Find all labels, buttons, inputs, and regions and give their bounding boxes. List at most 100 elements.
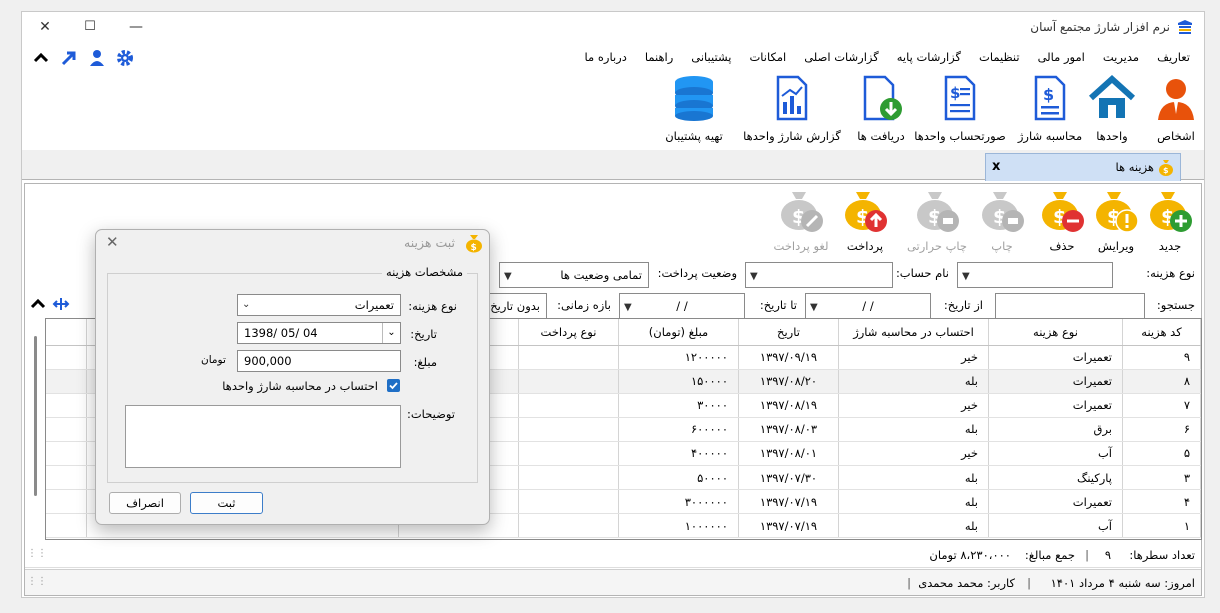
user-icon[interactable] (87, 48, 107, 68)
expense-type-label: نوع هزینه: (408, 299, 457, 313)
ribbon-charge-calc-button[interactable]: $ محاسبه شارژ (1014, 74, 1086, 143)
to-date-value: / / (676, 299, 688, 313)
tab-expenses[interactable]: x هزینه ها $ (985, 153, 1181, 181)
scrollbar-thumb[interactable] (34, 336, 37, 496)
pay-button[interactable]: $ پرداخت (835, 186, 895, 253)
payment-status-label: وضعیت پرداخت: (657, 266, 737, 280)
status-bar: امروز: سه شنبه ۴ مرداد ۱۴۰۱ | کاربر: محم… (25, 569, 1201, 595)
chevron-down-icon: ⌄ (242, 299, 251, 310)
cell: ۱۳۹۷/۰۸/۱۹ (738, 393, 839, 418)
minimize-window-button[interactable]: — (125, 16, 147, 38)
from-date-label: از تاریخ: (943, 298, 983, 312)
payment-status-select[interactable]: تمامی وضعیت ها ▼ (499, 262, 649, 288)
close-tab-button[interactable]: x (992, 159, 1000, 174)
menu-support[interactable]: پشتیبانی (682, 44, 740, 70)
gear-icon[interactable] (115, 48, 135, 68)
cell (46, 441, 87, 466)
sum-label: جمع مبالغ: (1024, 548, 1075, 562)
cell: ۶۰۰۰۰۰ (618, 417, 739, 442)
row-count-value: ۹ (1104, 548, 1111, 562)
cell: ۱۳۹۷/۰۸/۰۱ (738, 441, 839, 466)
thermal-print-button[interactable]: $ چاپ حرارتی (899, 186, 975, 253)
current-user: کاربر: محمد محمدی (918, 576, 1015, 590)
cell: ۵ (1122, 441, 1201, 466)
cell: ۳ (1122, 465, 1201, 491)
menu-bar: تعاریفمدیریتامور مالیتنظیماتگزارشات پایه… (22, 44, 1204, 70)
notes-textarea[interactable] (125, 405, 401, 468)
ribbon-persons-button[interactable]: اشخاص (1150, 74, 1202, 143)
chevron-down-icon[interactable]: ⌄ (382, 323, 400, 343)
delete-expense-button[interactable]: $ حذف (1035, 186, 1089, 253)
close-icon[interactable]: ✕ (106, 233, 119, 251)
column-header[interactable]: نوع هزینه (988, 319, 1123, 346)
chevron-up-icon[interactable] (29, 295, 47, 313)
expense-type-select[interactable]: ▼ (957, 262, 1113, 288)
ribbon-units-button[interactable]: واحدها (1084, 74, 1140, 143)
from-date-picker[interactable]: / / ▼ (805, 293, 931, 319)
menu-management[interactable]: مدیریت (1094, 44, 1148, 70)
app-logo-icon (1178, 20, 1192, 34)
cell: ۱۵۰۰۰۰ (618, 369, 739, 394)
cell: ۵۰۰۰۰ (618, 465, 739, 491)
cell (46, 489, 87, 515)
menu-help[interactable]: راهنما (636, 44, 682, 70)
expense-type-select[interactable]: تعمیرات ⌄ (237, 294, 401, 316)
include-in-charge-checkbox[interactable] (387, 379, 400, 392)
menu-settings[interactable]: تنظیمات (970, 44, 1029, 70)
maximize-window-button[interactable]: ☐ (79, 16, 101, 38)
chevron-down-icon: ▼ (962, 271, 970, 282)
collapse-ribbon-icon[interactable] (31, 48, 51, 68)
status-separator: | (1027, 576, 1031, 590)
column-header[interactable]: نوع پرداخت (518, 319, 619, 346)
menu-definitions[interactable]: تعاریف (1148, 44, 1204, 70)
edit-expense-button[interactable]: $ ویرایش (1089, 186, 1143, 253)
account-name-select[interactable]: ▼ (745, 262, 893, 288)
row-count-label: تعداد سطرها: (1129, 548, 1195, 562)
notes-label: توضیحات: (406, 407, 455, 421)
period-value: بدون تاریخ (490, 299, 540, 313)
menu-finance[interactable]: امور مالی (1029, 44, 1094, 70)
print-button[interactable]: $ چاپ (975, 186, 1029, 253)
cell (518, 393, 619, 418)
menu-main-reports[interactable]: گزارشات اصلی (795, 44, 888, 70)
cell: ۹ (1122, 345, 1201, 370)
resize-grip-icon: ⋮⋮ (27, 548, 47, 559)
register-expense-dialog: $ ثبت هزینه ✕ مشخصات هزینه نوع هزینه: تع… (95, 229, 490, 525)
cell: ۱۳۹۷/۰۷/۱۹ (738, 513, 839, 539)
toolbar-label: چاپ (991, 239, 1013, 253)
toolbar-label: جدید (1158, 239, 1182, 253)
ribbon-backup-button[interactable]: تهیه پشتیبان (654, 74, 734, 143)
open-external-icon[interactable] (59, 48, 79, 68)
cell: خیر (838, 393, 989, 418)
cell (518, 489, 619, 515)
amount-input[interactable]: 900,000 (237, 350, 401, 372)
menu-about[interactable]: درباره ما (576, 44, 636, 70)
to-date-label: تا تاریخ: (759, 298, 797, 312)
account-name-label: نام حساب: (895, 266, 949, 280)
cancel-button[interactable]: انصراف (109, 492, 181, 514)
ribbon-invoices-button[interactable]: $ صورتحساب واحدها (912, 74, 1008, 143)
new-expense-button[interactable]: $ جدید (1143, 186, 1197, 253)
ribbon-receipts-button[interactable]: دریافت ها (850, 74, 912, 143)
ribbon-charge-report-button[interactable]: گزارش شارژ واحدها (736, 74, 848, 143)
save-button[interactable]: ثبت (190, 492, 263, 514)
to-date-picker[interactable]: / / ▼ (619, 293, 745, 319)
column-header[interactable]: تاریخ (738, 319, 839, 346)
cell (518, 417, 619, 442)
date-picker[interactable]: 1398/ 05/ 04 ⌄ (237, 322, 401, 344)
column-header[interactable]: مبلغ (تومان) (618, 319, 739, 346)
vertical-scrollbar[interactable] (28, 332, 42, 537)
today-date: امروز: سه شنبه ۴ مرداد ۱۴۰۱ (1050, 576, 1195, 590)
menu-features[interactable]: امکانات (740, 44, 795, 70)
person-icon (1158, 79, 1194, 120)
from-date-value: / / (862, 299, 874, 313)
column-header[interactable]: احتساب در محاسبه شارژ (838, 319, 989, 346)
column-header[interactable]: کد هزینه (1122, 319, 1201, 346)
status-separator: | (907, 576, 911, 590)
search-input[interactable] (995, 293, 1145, 319)
group-title: مشخصات هزینه (381, 265, 467, 279)
cancel-payment-button[interactable]: $ لغو پرداخت (771, 186, 831, 253)
menu-basic-reports[interactable]: گزارشات پایه (888, 44, 970, 70)
resize-columns-icon[interactable] (51, 294, 71, 314)
close-window-button[interactable]: ✕ (34, 16, 56, 38)
